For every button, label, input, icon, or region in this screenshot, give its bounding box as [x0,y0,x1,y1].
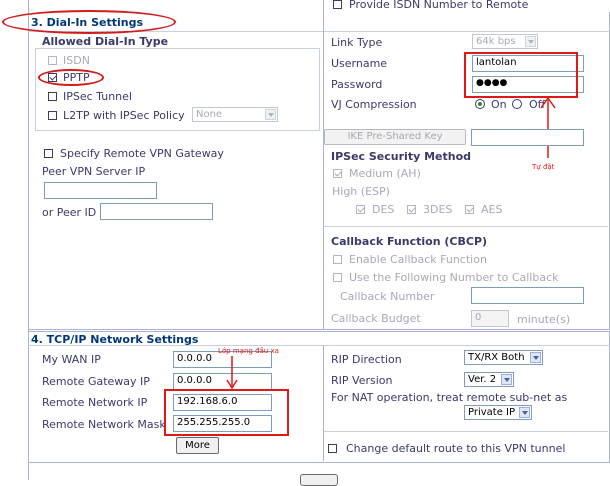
pptp-circle [38,69,104,86]
rip-version-value: Ver. 2 [468,374,497,385]
link-type-label: Link Type [331,36,383,49]
l2tp-policy-select[interactable]: None [192,107,278,122]
provide-isdn-checkbox[interactable] [333,0,342,9]
medium-ah-label: Medium (AH) [349,167,421,180]
rip-version-label: RIP Version [331,374,393,387]
rip-direction-label: RIP Direction [331,353,402,366]
ipsec-tunnel-checkbox[interactable] [48,92,57,101]
vj-compression-label: VJ Compression [331,98,417,111]
annotation-tudat: Tự đặt [532,163,555,171]
3des-label: 3DES [423,203,453,216]
tcpip-section-title: 4. TCP/IP Network Settings [31,333,199,346]
column-divider [323,0,324,329]
peer-id-input[interactable] [100,203,213,220]
chevron-down-icon [519,407,530,418]
aes-label: AES [481,203,503,216]
change-default-route-label: Change default route to this VPN tunnel [346,442,566,455]
chevron-down-icon [501,374,512,385]
callback-number-input[interactable] [471,287,584,304]
ike-pre-shared-key-button[interactable]: IKE Pre-Shared Key [324,129,466,145]
rip-version-select[interactable]: Ver. 2 [464,372,514,387]
rip-direction-select[interactable]: TX/RX Both [464,350,543,365]
more-button[interactable]: More [176,437,219,454]
des-label: DES [372,203,395,216]
use-following-number-label: Use the Following Number to Callback [349,271,559,284]
aes-checkbox[interactable] [465,205,474,214]
high-esp-label: High (ESP) [332,185,390,198]
remote-gateway-ip-input[interactable]: 0.0.0.0 [173,373,272,390]
allowed-dialin-type-heading: Allowed Dial-In Type [42,35,169,48]
l2tp-checkbox[interactable] [48,111,57,120]
callback-number-label: Callback Number [340,290,435,303]
callback-budget-input[interactable]: 0 [471,310,509,327]
isdn-label: ISDN [63,54,90,67]
annotation-arrow-tudat [540,96,556,158]
des-checkbox[interactable] [356,205,365,214]
password-label: Password [331,78,383,91]
vj-off-radio[interactable] [512,99,522,109]
nat-operation-label: For NAT operation, treat remote sub-net … [331,391,568,404]
peer-server-ip-input[interactable] [44,182,157,199]
use-following-number-checkbox[interactable] [333,273,342,282]
partial-button-edge [300,474,338,486]
chevron-down-icon [525,36,536,47]
change-route-divider [324,431,608,432]
link-type-value: 64k bps [476,36,516,47]
remote-network-mask-label: Remote Network Mask [42,418,166,431]
remote-network-highlight-box [164,389,289,436]
medium-ah-checkbox[interactable] [333,169,342,178]
rip-direction-value: TX/RX Both [468,352,525,363]
callback-budget-label: Callback Budget [331,312,421,325]
annotation-lop-mang: Lớp mạng đầu xa [218,347,279,355]
credentials-highlight-box [464,52,578,98]
nat-subnet-select[interactable]: Private IP [464,405,532,420]
my-wan-ip-label: My WAN IP [42,353,101,366]
annotation-arrow-lop-mang [226,356,238,390]
change-default-route-checkbox[interactable] [328,444,337,453]
dialin-title-circle [2,10,176,34]
specify-gateway-label: Specify Remote VPN Gateway [60,147,224,160]
tcpip-column-divider [323,345,324,461]
link-type-select[interactable]: 64k bps [472,34,538,49]
l2tp-label: L2TP with IPSec Policy [63,109,185,122]
remote-network-ip-label: Remote Network IP [42,396,148,409]
nat-subnet-value: Private IP [468,407,516,418]
isdn-checkbox[interactable] [48,56,57,65]
chevron-down-icon [265,109,276,120]
callback-heading: Callback Function (CBCP) [331,235,488,248]
ipsec-method-heading: IPSec Security Method [331,150,472,163]
vj-on-radio[interactable] [475,99,485,109]
vj-on-label: On [491,98,507,111]
remote-gateway-ip-label: Remote Gateway IP [42,375,150,388]
chevron-down-icon [530,352,541,363]
callback-divider [324,226,608,227]
specify-gateway-checkbox[interactable] [44,149,53,158]
peer-id-label: or Peer ID [42,206,97,219]
peer-server-ip-label: Peer VPN Server IP [42,165,146,178]
3des-checkbox[interactable] [407,205,416,214]
enable-callback-label: Enable Callback Function [349,253,487,266]
ike-pre-shared-key-input[interactable] [471,129,584,146]
enable-callback-checkbox[interactable] [333,255,342,264]
username-label: Username [331,57,388,70]
provide-isdn-label: Provide ISDN Number to Remote [349,0,529,11]
l2tp-policy-value: None [196,109,223,120]
ipsec-tunnel-label: IPSec Tunnel [63,90,132,103]
minutes-label: minute(s) [517,313,571,326]
